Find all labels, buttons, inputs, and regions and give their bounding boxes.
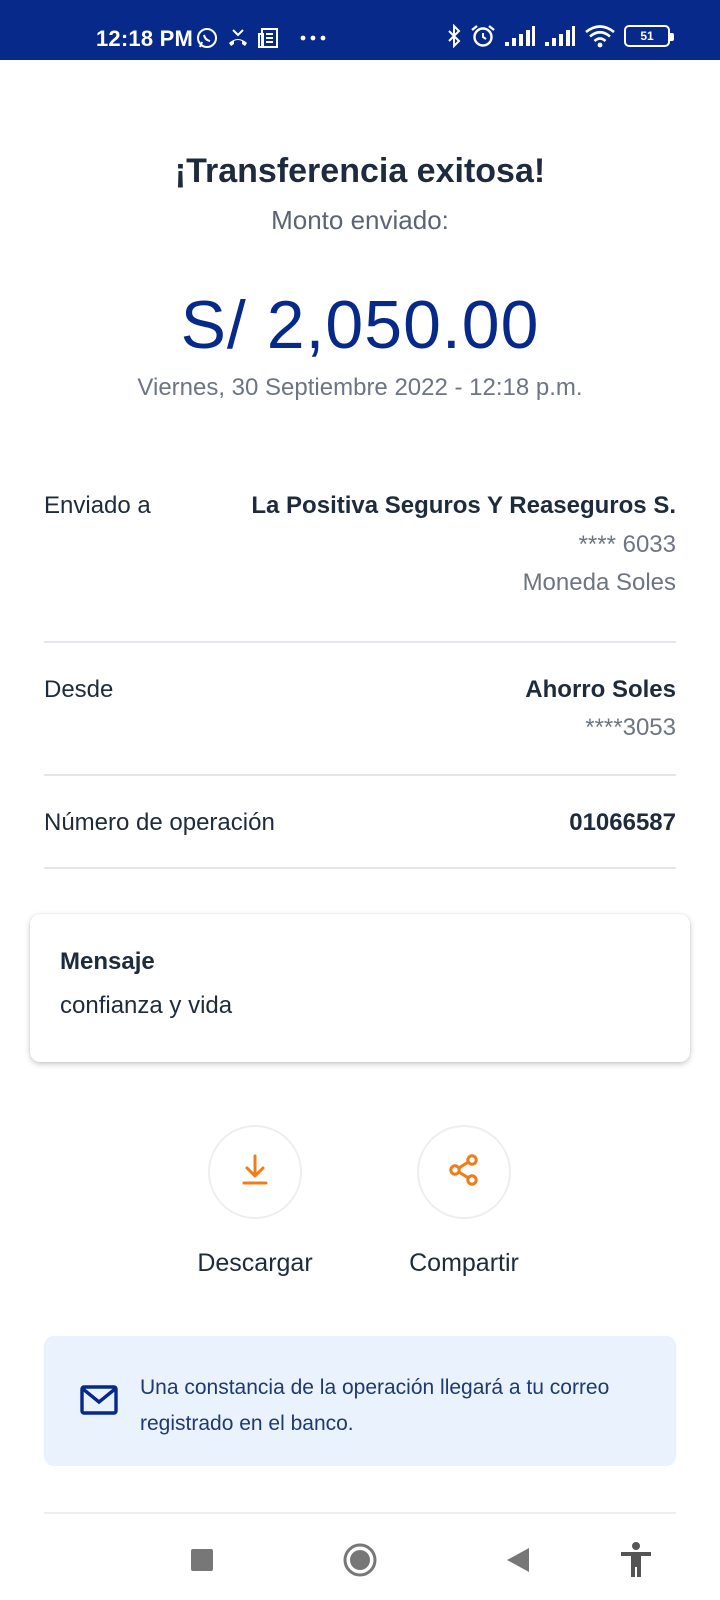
from-label: Desde: [44, 676, 114, 703]
sent-to-name: La Positiva Seguros Y Reaseguros S.: [251, 492, 676, 519]
sent-to-label: Enviado a: [44, 492, 151, 519]
mail-icon: [80, 1385, 118, 1420]
download-button[interactable]: Descargar: [155, 1125, 355, 1278]
transfer-date: Viernes, 30 Septiembre 2022 - 12:18 p.m.: [137, 374, 583, 401]
divider: [44, 774, 676, 776]
battery-tip: [670, 33, 674, 41]
download-icon: [240, 1153, 270, 1192]
download-circle[interactable]: [208, 1125, 302, 1219]
transfer-amount: S/ 2,050.00: [180, 287, 540, 363]
divider: [44, 867, 676, 869]
alarm-icon: [470, 24, 496, 48]
share-circle[interactable]: [417, 1125, 511, 1219]
share-icon: [447, 1153, 481, 1192]
download-label[interactable]: Descargar: [155, 1249, 355, 1278]
home-circle-icon[interactable]: [336, 1536, 384, 1584]
status-left-icons: [196, 27, 326, 49]
status-time: 12:18 PM: [96, 26, 193, 51]
news-icon: [258, 27, 280, 49]
share-label[interactable]: Compartir: [364, 1249, 564, 1278]
message-card: Mensaje confianza y vida: [30, 914, 690, 1062]
status-bar: 12:18 PM 51: [0, 0, 720, 60]
divider: [44, 641, 676, 643]
status-right-icons: 51: [446, 24, 674, 48]
back-triangle-icon[interactable]: [494, 1536, 542, 1584]
sent-to-currency: Moneda Soles: [522, 569, 676, 596]
signal-icon: [504, 25, 536, 47]
missed-call-icon: [226, 27, 250, 49]
operation-label: Número de operación: [44, 809, 275, 836]
message-title: Mensaje: [60, 948, 155, 975]
message-text: confianza y vida: [60, 992, 233, 1019]
signal-icon: [544, 25, 576, 47]
share-button[interactable]: Compartir: [364, 1125, 564, 1278]
battery-icon: 51: [624, 25, 674, 47]
sent-to-account: **** 6033: [578, 531, 676, 558]
nav-divider: [44, 1512, 676, 1514]
page-title: ¡Transferencia exitosa!: [174, 152, 546, 190]
battery-level: 51: [640, 29, 654, 43]
from-account-name: Ahorro Soles: [525, 676, 676, 703]
operation-number: 01066587: [569, 809, 676, 836]
from-account-number: ****3053: [585, 714, 676, 741]
email-notice-text: Una constancia de la operación llegará a…: [140, 1376, 610, 1435]
recents-square-icon[interactable]: [178, 1536, 226, 1584]
email-notice-box: Una constancia de la operación llegará a…: [44, 1336, 676, 1466]
more-icon: [300, 34, 326, 42]
accessibility-icon[interactable]: [612, 1536, 660, 1584]
system-nav-bar: [0, 1516, 720, 1600]
whatsapp-icon: [196, 27, 218, 49]
bluetooth-icon: [446, 24, 462, 48]
wifi-icon: [584, 24, 616, 48]
amount-subtitle: Monto enviado:: [271, 205, 449, 235]
